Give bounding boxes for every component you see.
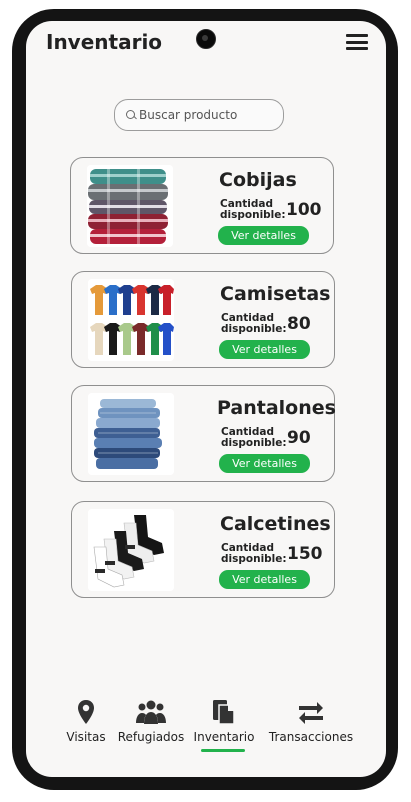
product-name: Calcetines [220,513,331,535]
quantity-value: 90 [287,428,311,448]
quantity-label: Cantidad disponible: [221,312,287,335]
search-icon [125,108,137,122]
nav-item-refugiados[interactable]: Refugiados [116,696,186,744]
front-camera [196,29,216,49]
nav-label: Refugiados [117,730,185,744]
product-name: Cobijas [219,169,297,191]
quantity-label: Cantidad disponible: [221,426,287,449]
location-pin-icon [78,700,94,724]
search-box[interactable] [114,99,284,131]
blankets-image [87,165,173,247]
tshirts-image [88,279,174,361]
nav-item-inventario[interactable]: Inventario [192,696,256,744]
view-details-button[interactable]: Ver detalles [219,340,310,359]
nav-label: Inventario [193,730,255,744]
view-details-button[interactable]: Ver detalles [218,226,309,245]
quantity-label: Cantidad disponible: [221,542,287,565]
socks-image [88,509,174,591]
view-details-button[interactable]: Ver detalles [219,454,310,473]
nav-label: Visitas [66,730,106,744]
product-card-camisetas[interactable]: Camisetas Cantidad disponible: 80 Ver de… [71,271,335,368]
view-details-button[interactable]: Ver detalles [219,570,310,589]
quantity-value: 150 [287,544,323,564]
nav-item-visitas[interactable]: Visitas [62,696,110,744]
search-input[interactable] [139,108,279,122]
people-group-icon [136,700,166,724]
active-tab-indicator [201,749,245,752]
nav-label: Transacciones [268,730,354,744]
product-card-pantalones[interactable]: Pantalones Cantidad disponible: 90 Ver d… [71,385,336,482]
page-title: Inventario [46,30,163,54]
quantity-value: 80 [287,314,311,334]
jeans-image [88,393,174,475]
product-card-calcetines[interactable]: Calcetines Cantidad disponible: 150 Ver … [71,501,335,598]
bottom-navigation: Visitas Refugiados Inventario Transaccio… [26,696,386,756]
hamburger-menu-icon[interactable] [346,34,368,50]
product-card-cobijas[interactable]: Cobijas Cantidad disponible: 100 Ver det… [70,157,334,254]
product-name: Pantalones [217,397,336,419]
documents-icon [213,700,235,725]
product-name: Camisetas [220,283,331,305]
quantity-label: Cantidad disponible: [220,198,286,221]
nav-item-transacciones[interactable]: Transacciones [266,696,356,744]
quantity-value: 100 [286,200,322,220]
swap-arrows-icon [299,702,323,724]
